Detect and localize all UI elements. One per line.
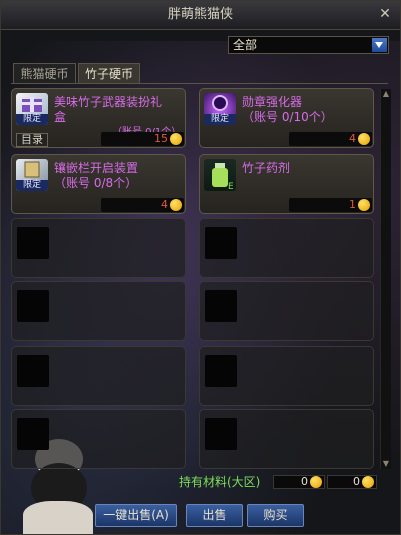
potion-icon: E [204, 159, 236, 191]
buy-button[interactable]: 购买 [247, 504, 304, 527]
empty-slot [11, 346, 186, 406]
empty-slot-icon [17, 355, 49, 387]
close-icon[interactable]: ✕ [376, 5, 394, 23]
scrollbar[interactable]: ▲ ▼ [380, 89, 391, 469]
coin-icon [358, 199, 370, 211]
empty-slot-icon [17, 418, 49, 450]
coin-icon [310, 476, 322, 488]
window-title: 胖萌熊猫侠 [167, 7, 233, 22]
socket-opener-icon: 限定 [16, 159, 48, 191]
category-filter-select[interactable]: 全部 [228, 36, 389, 54]
item-name: 镶嵌栏开启装置 [54, 161, 139, 175]
tab-panda-coin[interactable]: 熊猫硬币 [13, 63, 76, 83]
item-price: 1 [289, 198, 372, 212]
title-bar: 胖萌熊猫侠 ✕ [1, 1, 400, 30]
sell-button[interactable]: 出售 [186, 504, 243, 527]
empty-slot [199, 409, 374, 469]
sell-all-button[interactable]: 一键出售(A) [95, 504, 177, 527]
empty-slot [199, 218, 374, 278]
gift-box-icon: 限定 [16, 93, 48, 125]
item-name: 竹子药剂 [242, 161, 291, 175]
empty-slot-icon [205, 418, 237, 450]
item-name-cont: 盒 [54, 110, 67, 124]
empty-slot-icon [17, 290, 49, 322]
limited-badge: 限定 [16, 114, 48, 125]
empty-slot-icon [205, 227, 237, 259]
limited-badge: 限定 [16, 180, 48, 191]
coin-icon [362, 476, 374, 488]
scroll-up-icon[interactable]: ▲ [381, 89, 391, 99]
materials-label: 持有材料(大区) [179, 475, 261, 489]
limited-badge: 限定 [204, 114, 236, 125]
scroll-down-icon[interactable]: ▼ [381, 459, 391, 469]
item-name: 勋章强化器 [242, 95, 303, 109]
material-count: 0 [327, 475, 377, 489]
empty-slot [199, 281, 374, 341]
shop-item-bamboo-potion[interactable]: E 竹子药剂 1 [199, 154, 374, 214]
empty-slot-icon [205, 355, 237, 387]
category-filter-value: 全部 [233, 38, 258, 52]
item-list-panel: 限定 美味竹子武器装扮礼 盒 （账号 0/1个） 目录 15 限定 勋章强化器 … [11, 83, 388, 472]
material-value: 0 [353, 475, 360, 488]
shop-item-socket-opener[interactable]: 限定 镶嵌栏开启装置 （账号 0/8个） 4 [11, 154, 186, 214]
empty-slot-icon [17, 227, 49, 259]
tab-bamboo-coin[interactable]: 竹子硬币 [78, 63, 140, 83]
item-price: 15 [101, 132, 184, 146]
mascot-body [23, 501, 93, 534]
material-count: 0 [273, 475, 325, 489]
medal-enhancer-icon: 限定 [204, 93, 236, 125]
price-value: 1 [349, 198, 356, 211]
price-value: 4 [349, 132, 356, 145]
item-name: 美味竹子武器装扮礼 [54, 95, 163, 109]
empty-slot [199, 346, 374, 406]
catalog-button[interactable]: 目录 [16, 133, 48, 147]
chevron-down-icon[interactable] [372, 38, 387, 52]
coin-icon [358, 133, 370, 145]
empty-slot-icon [205, 290, 237, 322]
item-price: 4 [289, 132, 372, 146]
item-limit: （账号 0/10个） [242, 110, 333, 124]
price-value: 15 [154, 132, 168, 145]
price-value: 4 [161, 198, 168, 211]
item-limit: （账号 0/8个） [54, 176, 138, 190]
item-price: 4 [101, 198, 184, 212]
shop-window: 胖萌熊猫侠 ✕ 全部 熊猫硬币 竹子硬币 限定 美味竹子武器装扮礼 盒 （账号 … [0, 0, 401, 535]
svg-text:E: E [228, 182, 234, 191]
shop-item-medal-enhancer[interactable]: 限定 勋章强化器 （账号 0/10个） 4 [199, 88, 374, 148]
material-value: 0 [301, 475, 308, 488]
coin-icon [170, 199, 182, 211]
shop-item-bamboo-weapon-box[interactable]: 限定 美味竹子武器装扮礼 盒 （账号 0/1个） 目录 15 [11, 88, 186, 148]
empty-slot [11, 281, 186, 341]
empty-slot [11, 409, 186, 469]
coin-icon [170, 133, 182, 145]
empty-slot [11, 218, 186, 278]
